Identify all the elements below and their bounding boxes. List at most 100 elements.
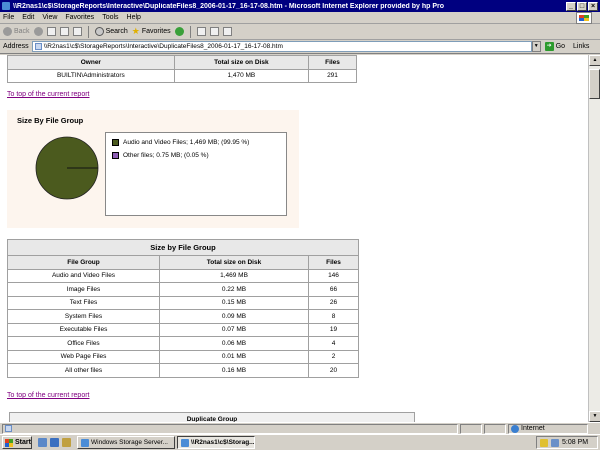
- taskbar-button[interactable]: Windows Storage Server...: [77, 436, 175, 449]
- pie-legend: Audio and Video Files; 1,469 MB; (99.95 …: [105, 132, 287, 216]
- go-button[interactable]: ➜ Go: [544, 42, 566, 51]
- close-button[interactable]: ×: [588, 1, 598, 11]
- windows-logo-icon: [576, 12, 592, 24]
- menu-help[interactable]: Help: [127, 14, 141, 21]
- menu-bar: File Edit View Favorites Tools Help: [0, 12, 600, 24]
- table-cell: 8: [308, 309, 359, 324]
- menu-edit[interactable]: Edit: [22, 14, 34, 21]
- menu-favorites[interactable]: Favorites: [65, 14, 94, 21]
- menu-file[interactable]: File: [3, 14, 14, 21]
- file-group-header: File Group: [7, 255, 160, 270]
- table-cell: 4: [308, 336, 359, 351]
- back-arrow-icon: [3, 27, 12, 36]
- table-cell: 0.06 MB: [159, 336, 309, 351]
- top-of-report-link[interactable]: To top of the current report: [7, 91, 90, 98]
- table-cell: 291: [308, 68, 357, 83]
- maximize-button[interactable]: □: [577, 1, 587, 11]
- edit-icon[interactable]: [222, 27, 232, 36]
- table-cell: Image Files: [7, 282, 160, 297]
- scroll-down-button[interactable]: ▼: [589, 411, 600, 422]
- owner-table: Owner Total size on Disk Files BUILTIN\A…: [7, 55, 357, 83]
- table-cell: 0.01 MB: [159, 349, 309, 364]
- page-icon: [5, 425, 12, 432]
- table-cell: 66: [308, 282, 359, 297]
- table-row: Text Files 0.15 MB 26: [7, 295, 359, 310]
- warning-icon[interactable]: [540, 438, 548, 447]
- table-cell: 2: [308, 349, 359, 364]
- table-cell: 0.07 MB: [159, 322, 309, 337]
- taskbar-button-active[interactable]: \\R2nas1\c$\Storag...: [177, 436, 255, 449]
- forward-button[interactable]: [33, 27, 43, 36]
- address-input[interactable]: \\R2nas1\c$\StorageReports\Interactive\D…: [31, 41, 532, 52]
- quicklaunch-folder-icon[interactable]: [62, 438, 71, 447]
- address-bar: Address \\R2nas1\c$\StorageReports\Inter…: [0, 40, 600, 54]
- address-dropdown-button[interactable]: ▼: [531, 41, 541, 52]
- quicklaunch-ie-icon[interactable]: [50, 438, 59, 447]
- table-cell: Audio and Video Files: [7, 268, 160, 283]
- files-header: Files: [308, 55, 357, 70]
- ie-icon: [181, 438, 189, 447]
- vertical-scrollbar[interactable]: ▲ ▼: [588, 55, 600, 422]
- home-icon[interactable]: [72, 27, 82, 36]
- file-group-table: Size by File Group File Group Total size…: [7, 239, 359, 378]
- taskbar: Start Windows Storage Server... \\R2nas1…: [0, 434, 600, 450]
- size-header: Total size on Disk: [173, 55, 310, 70]
- table-cell: 26: [308, 295, 359, 310]
- star-icon: ★: [131, 26, 140, 36]
- stop-icon[interactable]: [46, 27, 56, 36]
- table-cell: 146: [308, 268, 359, 283]
- media-icon[interactable]: [174, 27, 184, 36]
- legend-item: Other files; 0.75 MB; (0.05 %): [112, 152, 286, 159]
- links-button[interactable]: Links: [573, 43, 589, 50]
- table-cell: Executable Files: [7, 322, 160, 337]
- start-button[interactable]: Start: [2, 436, 32, 449]
- clock[interactable]: 5:08 PM: [562, 439, 588, 446]
- table-cell: 19: [308, 322, 359, 337]
- favorites-button[interactable]: ★ Favorites: [132, 26, 171, 37]
- table-row: All other files 0.16 MB 20: [7, 363, 359, 378]
- forward-arrow-icon: [33, 27, 43, 36]
- status-cell: [460, 423, 482, 434]
- top-of-report-link-2[interactable]: To top of the current report: [7, 392, 90, 399]
- scroll-thumb[interactable]: [589, 69, 600, 99]
- scroll-up-button[interactable]: ▲: [589, 55, 600, 66]
- status-cell: [484, 423, 506, 434]
- menu-view[interactable]: View: [42, 14, 57, 21]
- table-cell: 0.22 MB: [159, 282, 309, 297]
- back-button[interactable]: Back: [3, 27, 30, 36]
- quick-launch: [38, 438, 71, 447]
- table-row: BUILTIN\Administrators 1,470 MB 291: [7, 68, 357, 83]
- table-cell: Web Page Files: [7, 349, 160, 364]
- table-cell: Office Files: [7, 336, 160, 351]
- minimize-button[interactable]: _: [566, 1, 576, 11]
- page-icon: [34, 43, 42, 50]
- table-cell: System Files: [7, 309, 160, 324]
- table-row: Web Page Files 0.01 MB 2: [7, 349, 359, 364]
- system-tray: 5:08 PM: [536, 436, 598, 449]
- quicklaunch-icon[interactable]: [38, 438, 47, 447]
- size-header: Total size on Disk: [159, 255, 309, 270]
- task-label: Windows Storage Server...: [91, 439, 168, 446]
- address-value: \\R2nas1\c$\StorageReports\Interactive\D…: [43, 43, 283, 50]
- pie-chart: [35, 136, 99, 200]
- back-label: Back: [14, 28, 30, 35]
- menu-tools[interactable]: Tools: [102, 14, 118, 21]
- resize-grip[interactable]: [590, 424, 600, 434]
- refresh-icon[interactable]: [59, 27, 69, 36]
- table-row: Office Files 0.06 MB 4: [7, 336, 359, 351]
- print-icon[interactable]: [209, 27, 219, 36]
- window-title: \\R2nas1\c$\StorageReports\Interactive\D…: [13, 2, 445, 10]
- owner-header: Owner: [7, 55, 175, 70]
- table-cell: 1,469 MB: [159, 268, 309, 283]
- mail-icon[interactable]: [196, 27, 206, 36]
- search-button[interactable]: Search: [94, 27, 128, 36]
- network-icon[interactable]: [551, 438, 559, 447]
- start-label: Start: [15, 439, 31, 446]
- table-row: Executable Files 0.07 MB 19: [7, 322, 359, 337]
- go-label: Go: [555, 43, 566, 50]
- table-cell: 0.09 MB: [159, 309, 309, 324]
- address-label: Address: [3, 43, 29, 50]
- title-bar[interactable]: \\R2nas1\c$\StorageReports\Interactive\D…: [0, 0, 600, 12]
- table-cell: All other files: [7, 363, 160, 378]
- toolbar: Back Search ★ Favorites: [0, 24, 600, 40]
